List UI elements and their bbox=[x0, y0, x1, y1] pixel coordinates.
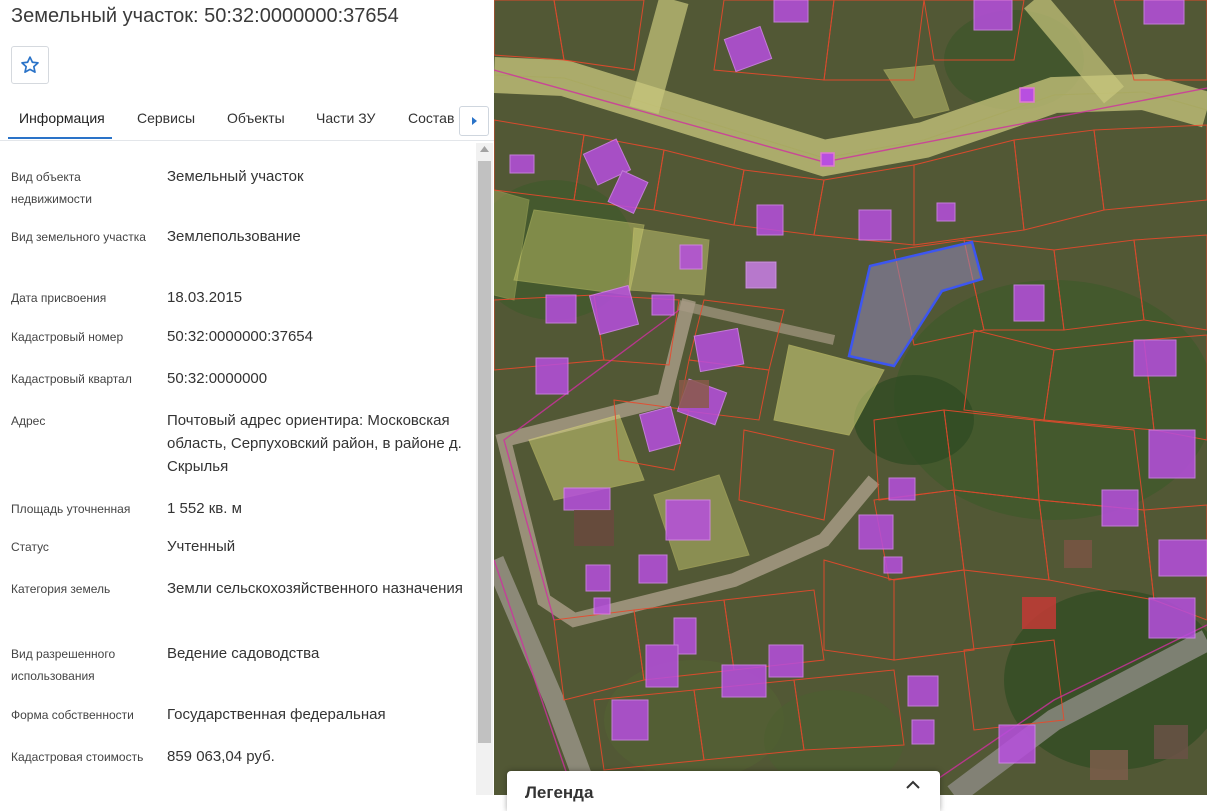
info-value: Землепользование bbox=[167, 228, 301, 245]
info-label: Вид объекта недвижимости bbox=[11, 170, 92, 206]
info-value: 50:32:0000000:37654 bbox=[167, 328, 313, 345]
info-label: Дата присвоения bbox=[11, 291, 107, 305]
info-value: Учтенный bbox=[167, 538, 236, 555]
info-value: Государственная федеральная bbox=[167, 706, 386, 723]
info-value: Земли сельскохозяйственного назначения bbox=[167, 580, 463, 597]
info-label: Категория земель bbox=[11, 582, 111, 596]
info-label: Кадастровый квартал bbox=[11, 372, 132, 386]
info-label: Адрес bbox=[11, 414, 46, 428]
info-value: Ведение садоводства bbox=[167, 645, 320, 662]
active-tab-indicator bbox=[8, 137, 112, 139]
tab-parcel-parts[interactable]: Части ЗУ bbox=[316, 110, 375, 126]
tab-information[interactable]: Информация bbox=[19, 110, 105, 126]
tab-objects[interactable]: Объекты bbox=[227, 110, 285, 126]
info-panel: Земельный участок: 50:32:0000000:37654 И… bbox=[0, 0, 494, 795]
info-value: 859 063,04 руб. bbox=[167, 748, 275, 765]
info-label: Форма собственности bbox=[11, 708, 134, 722]
info-value: 50:32:0000000 bbox=[167, 370, 268, 387]
star-outline-icon bbox=[21, 56, 39, 73]
info-label: Вид разрешенного использования bbox=[11, 647, 116, 683]
info-label: Площадь уточненная bbox=[11, 502, 131, 516]
tabs-scroll-right-button[interactable] bbox=[459, 106, 489, 136]
info-list: Вид объекта недвижимости Земельный участ… bbox=[0, 141, 476, 795]
legend-panel[interactable]: Легенда bbox=[507, 771, 940, 811]
tab-composition[interactable]: Состав bbox=[408, 110, 454, 126]
page-title: Земельный участок: 50:32:0000000:37654 bbox=[11, 5, 399, 27]
scroll-up-arrow-icon[interactable] bbox=[476, 146, 493, 158]
tab-services[interactable]: Сервисы bbox=[137, 110, 195, 126]
info-value: Земельный участок bbox=[167, 168, 304, 185]
info-value: 18.03.2015 bbox=[167, 289, 243, 306]
tab-bar: Информация Сервисы Объекты Части ЗУ Сост… bbox=[0, 98, 494, 141]
info-label: Кадастровая стоимость bbox=[11, 750, 144, 764]
info-label: Кадастровый номер bbox=[11, 330, 124, 344]
favorite-button[interactable] bbox=[11, 46, 49, 84]
map-view[interactable] bbox=[494, 0, 1207, 795]
scrollbar-thumb[interactable] bbox=[478, 161, 491, 743]
satellite-map[interactable] bbox=[494, 0, 1207, 795]
panel-scrollbar[interactable] bbox=[476, 143, 493, 795]
legend-title: Легенда bbox=[525, 783, 594, 802]
caret-right-icon bbox=[472, 117, 477, 125]
chevron-up-icon[interactable] bbox=[903, 779, 923, 791]
info-value: Почтовый адрес ориентира: Московская обл… bbox=[167, 412, 462, 475]
info-value: 1 552 кв. м bbox=[167, 500, 242, 517]
info-label: Статус bbox=[11, 540, 49, 554]
info-label: Вид земельного участка bbox=[11, 230, 146, 244]
